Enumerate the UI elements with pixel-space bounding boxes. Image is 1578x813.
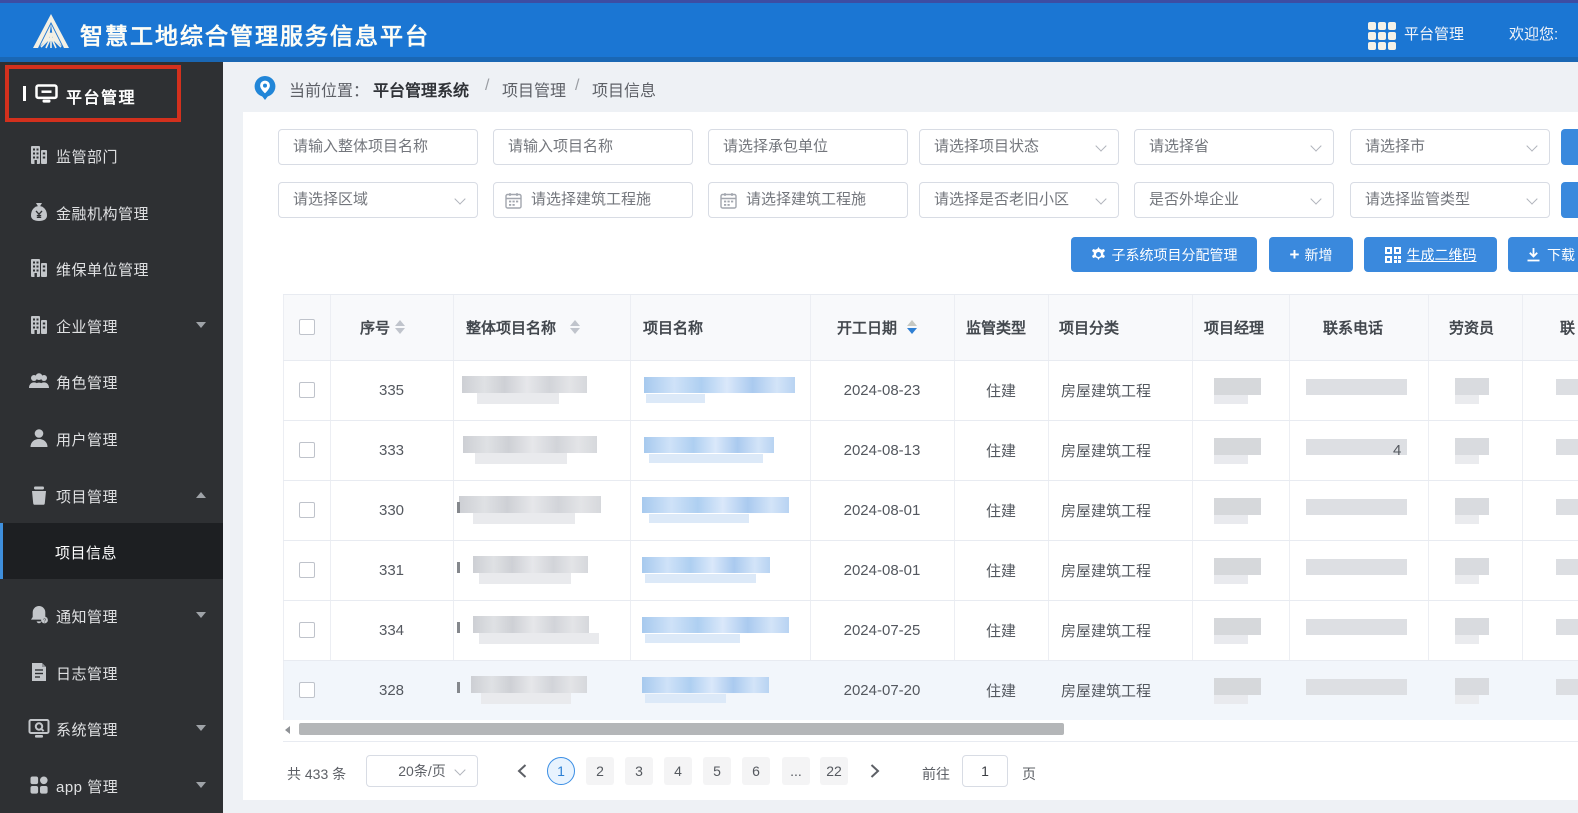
svg-text:?: ?: [43, 618, 46, 624]
